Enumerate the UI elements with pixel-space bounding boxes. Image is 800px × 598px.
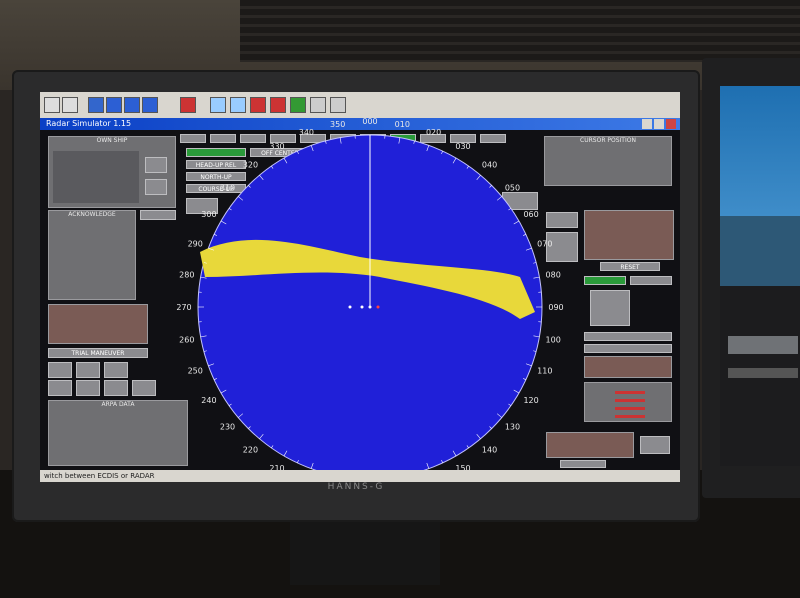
main-monitor: Radar Simulator 1.15 OWN SHIP ACKNOWLEDG… (12, 70, 700, 522)
bearing-label: 350 (330, 120, 345, 129)
target-mark[interactable] (376, 305, 380, 309)
bearing-label: 030 (455, 142, 470, 151)
status-text: witch between ECDIS or RADAR (44, 472, 155, 480)
bearing-label: 120 (523, 396, 538, 405)
bearing-label: 110 (537, 367, 552, 376)
bearing-label: 270 (176, 303, 191, 312)
sky-view (720, 86, 800, 216)
bearing-label: 230 (220, 423, 235, 432)
status-bar: witch between ECDIS or RADAR (40, 470, 680, 482)
bearing-label: 340 (299, 128, 314, 137)
bearing-label: 010 (395, 120, 410, 129)
fog-controls[interactable] (728, 368, 798, 378)
monitor-brand: HANNS-G (327, 482, 385, 492)
target-mark[interactable] (368, 305, 372, 309)
target-mark[interactable] (348, 305, 352, 309)
window-blinds (240, 0, 800, 62)
bearing-label: 280 (179, 271, 194, 280)
bearing-label: 060 (523, 210, 538, 219)
horn-button[interactable] (728, 336, 798, 354)
bearing-label: 290 (188, 239, 203, 248)
radar-screen: Radar Simulator 1.15 OWN SHIP ACKNOWLEDG… (40, 92, 680, 482)
bearing-label: 020 (426, 128, 441, 137)
bearing-label: 300 (201, 210, 216, 219)
bearing-label: 320 (243, 161, 258, 170)
bearing-label: 220 (243, 445, 258, 454)
bearing-label: 080 (546, 271, 561, 280)
bearing-label: 130 (505, 423, 520, 432)
bearing-label: 240 (201, 396, 216, 405)
bearing-label: 050 (505, 183, 520, 192)
bearing-label: 040 (482, 161, 497, 170)
bearing-label: 000 (362, 117, 377, 126)
bearing-label: 310 (220, 183, 235, 192)
bearing-label: 090 (548, 303, 563, 312)
bearing-label: 330 (269, 142, 284, 151)
bearing-label: 260 (179, 335, 194, 344)
bearing-label: 140 (482, 445, 497, 454)
second-monitor-screen (720, 86, 800, 466)
bearing-label: 100 (546, 335, 561, 344)
monitor-stand (290, 515, 440, 585)
second-monitor (702, 58, 800, 498)
bearing-label: 070 (537, 239, 552, 248)
bearing-label: 250 (188, 367, 203, 376)
radar-ppi[interactable]: 000 010 020 030 040 050 060 070 080 090 100 110 120 1… (40, 92, 680, 482)
sea-view (720, 216, 800, 286)
target-mark[interactable] (360, 305, 364, 309)
